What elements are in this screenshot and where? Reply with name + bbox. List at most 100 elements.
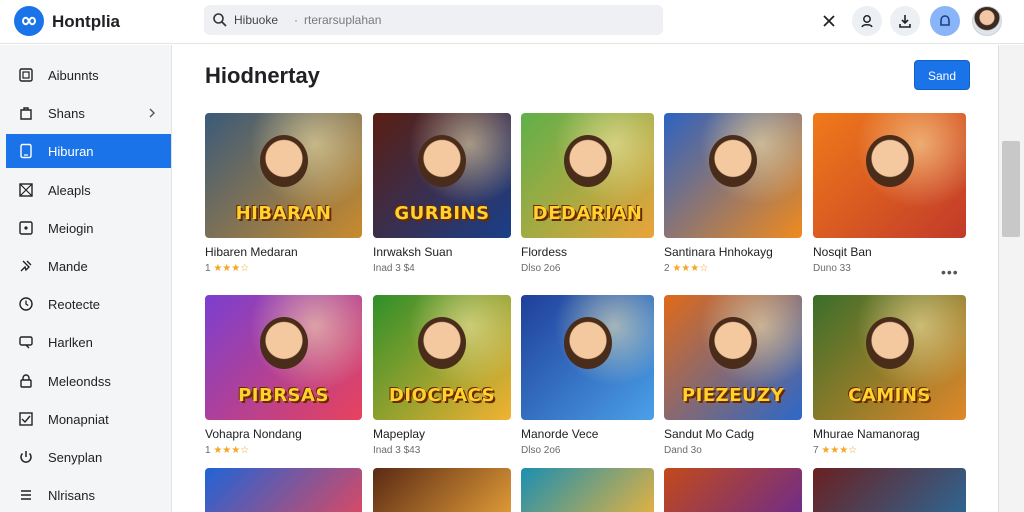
game-name[interactable]: Manorde Vece: [521, 427, 598, 441]
thumbnail-title: HIBARAN: [235, 203, 332, 224]
character-illustration: [418, 317, 466, 369]
bag-icon: [18, 105, 34, 121]
search-bar[interactable]: Hibuoke · rterarsuplahan: [204, 5, 663, 35]
sidebar-item-aibunnts[interactable]: Aibunnts: [6, 58, 171, 92]
search-input-value[interactable]: Hibuoke: [234, 13, 278, 27]
download-icon[interactable]: [890, 6, 920, 36]
chevron-right-icon: [146, 106, 158, 118]
pin-icon: [18, 258, 34, 274]
app-logo-icon[interactable]: [14, 6, 44, 36]
lock-icon: [18, 373, 34, 389]
game-name[interactable]: Sandut Mo Cadg: [664, 427, 754, 441]
thumbnail-title: DEDARIAN: [532, 203, 643, 224]
checklist-icon: [18, 411, 34, 427]
game-name[interactable]: Inrwaksh Suan: [373, 245, 452, 259]
sidebar-item-label: Shans: [48, 106, 85, 122]
game-thumbnail[interactable]: DIOCPACS: [373, 295, 511, 420]
thumbnail-title: PIEZEUZY: [681, 385, 785, 406]
account-icon[interactable]: [930, 6, 960, 36]
sidebar-item-senyplan[interactable]: Senyplan: [6, 440, 171, 474]
avatar[interactable]: [972, 6, 1002, 36]
search-icon: [212, 12, 228, 28]
game-rating: Dand 3o: [664, 445, 702, 456]
sidebar-item-meiogin[interactable]: Meiogin: [6, 211, 171, 245]
thumbnail-title: CAMINS: [848, 385, 931, 406]
sidebar-item-nlrisans[interactable]: Nlrisans: [6, 478, 171, 512]
sidebar-item-aleapls[interactable]: Aleapls: [6, 173, 171, 207]
game-thumbnail[interactable]: CAMINS: [813, 295, 966, 420]
game-card[interactable]: Nosqit Ban Duno 33: [813, 113, 966, 283]
sidebar-item-mande[interactable]: Mande: [6, 249, 171, 283]
game-card[interactable]: CAMINS Mhurae Namanorag 7 ★★★☆: [813, 295, 966, 465]
game-card[interactable]: HIBARAN Hibaren Medaran 1 ★★★☆: [205, 113, 362, 283]
game-rating: Inad 3 $4: [373, 263, 415, 274]
game-name[interactable]: Hibaren Medaran: [205, 245, 298, 259]
clock-icon: [18, 296, 34, 312]
character-illustration: [259, 317, 308, 369]
game-thumbnail[interactable]: [664, 113, 802, 238]
game-rating: Dlso 2o6: [521, 445, 561, 456]
thumbnail-title: GURBINS: [394, 203, 490, 224]
game-rating: Duno 33: [813, 263, 851, 274]
game-card[interactable]: GURBINS Inrwaksh Suan Inad 3 $4: [373, 113, 511, 283]
sidebar-item-hiburan[interactable]: Hiburan: [6, 134, 171, 169]
game-name[interactable]: Flordess: [521, 245, 567, 259]
game-card[interactable]: Manorde Vece Dlso 2o6: [521, 295, 654, 465]
game-name[interactable]: Vohapra Nondang: [205, 427, 302, 441]
sidebar-item-reotecte[interactable]: Reotecte: [6, 287, 171, 321]
thumbnail-title: PIBRSAS: [238, 385, 329, 406]
game-thumbnail[interactable]: [373, 468, 511, 512]
game-thumbnail[interactable]: [521, 468, 654, 512]
game-thumbnail[interactable]: [205, 468, 362, 512]
game-card[interactable]: PIEZEUZY Sandut Mo Cadg Dand 3o: [664, 295, 802, 465]
sidebar-item-label: Aleapls: [48, 182, 91, 198]
game-rating: 7 ★★★☆: [813, 445, 858, 456]
character-illustration: [563, 135, 612, 187]
game-thumbnail[interactable]: PIBRSAS: [205, 295, 362, 420]
search-separator: ·: [294, 13, 298, 27]
scrollbar-thumb[interactable]: [1002, 141, 1020, 237]
game-thumbnail[interactable]: GURBINS: [373, 113, 511, 238]
sidebar-item-label: Mande: [48, 259, 88, 274]
send-button[interactable]: Sand: [914, 60, 970, 90]
person-search-icon[interactable]: [852, 6, 882, 36]
character-illustration: [709, 135, 757, 187]
game-thumbnail[interactable]: PIEZEUZY: [664, 295, 802, 420]
phone-icon: [18, 143, 34, 159]
sidebar-item-label: Nlrisans: [48, 488, 95, 504]
game-card[interactable]: Santinara Hnhokayg 2 ★★★☆: [664, 113, 802, 283]
sidebar-item-label: Meleondss: [48, 373, 111, 389]
sidebar-item-monapniat[interactable]: Monapniat: [6, 402, 171, 436]
game-name[interactable]: Nosqit Ban: [813, 245, 872, 259]
sidebar-item-label: Meiogin: [48, 220, 94, 236]
game-name[interactable]: Santinara Hnhokayg: [664, 245, 773, 259]
sidebar: Aibunnts Shans Hiburan Aleapls Meiogin Mande R…: [0, 45, 172, 512]
sidebar-item-label: Aibunnts: [48, 68, 99, 83]
game-card[interactable]: PIBRSAS Vohapra Nondang 1 ★★★☆: [205, 295, 362, 465]
page-title: Hiodnertay: [205, 63, 320, 88]
game-thumbnail[interactable]: DEDARIAN: [521, 113, 654, 238]
game-thumbnail[interactable]: [813, 468, 966, 512]
sidebar-item-label: Harlken: [48, 335, 93, 351]
character-illustration: [418, 135, 466, 187]
sidebar-item-shans[interactable]: Shans: [6, 96, 171, 130]
game-rating: 1 ★★★☆: [205, 263, 250, 274]
sidebar-item-harlken[interactable]: Harlken: [6, 325, 171, 359]
game-card[interactable]: DEDARIAN Flordess Dlso 2o6: [521, 113, 654, 283]
game-thumbnail[interactable]: [664, 468, 802, 512]
scrollbar[interactable]: [998, 45, 1024, 512]
game-name[interactable]: Mapeplay: [373, 427, 425, 441]
sidebar-item-label: Senyplan: [48, 450, 103, 465]
close-icon[interactable]: [814, 6, 844, 36]
power-icon: [18, 449, 34, 465]
top-bar: Hontplia Hibuoke · rterarsuplahan: [0, 0, 1024, 44]
game-name[interactable]: Mhurae Namanorag: [813, 427, 920, 441]
game-thumbnail[interactable]: HIBARAN: [205, 113, 362, 238]
game-thumbnail[interactable]: [813, 113, 966, 238]
game-rating: Dlso 2o6: [521, 263, 561, 274]
game-card[interactable]: DIOCPACS Mapeplay Inad 3 $43: [373, 295, 511, 465]
sidebar-item-meleondss[interactable]: Meleondss: [6, 364, 171, 398]
game-thumbnail[interactable]: [521, 295, 654, 420]
list-icon: [18, 487, 34, 503]
character-illustration: [865, 135, 914, 187]
